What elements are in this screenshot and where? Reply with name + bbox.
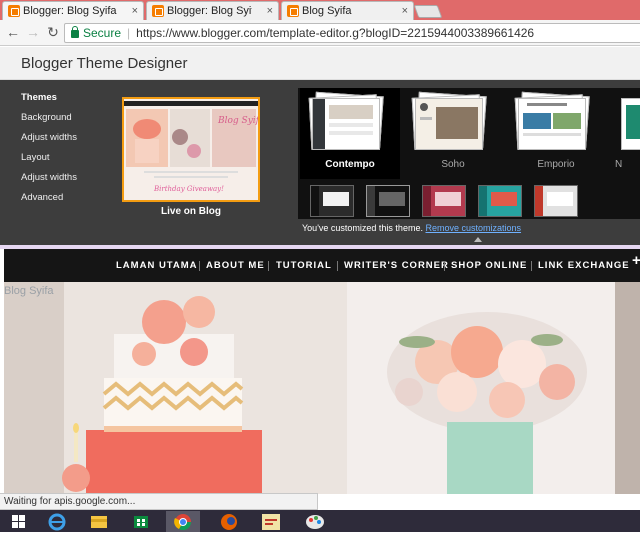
template-name: N [615,159,623,170]
new-tab-button[interactable] [413,5,443,18]
collapse-arrow-icon[interactable] [474,237,482,242]
theme-designer-panel: Themes Background Adjust widths Layout A… [0,80,640,245]
reload-icon[interactable]: ↻ [44,23,62,41]
template-emporio[interactable]: Emporio [506,88,606,179]
hero-image-edge [615,282,640,494]
live-blog-preview[interactable]: Blog Syifa Birthday Giveaway! [122,97,260,202]
template-variant[interactable] [478,185,522,217]
preview-blog-title: Blog Syifa [217,116,258,126]
url-text: https://www.blogger.com/template-editor.… [136,26,535,40]
close-icon[interactable]: × [402,2,408,20]
document-icon[interactable] [254,511,288,532]
status-bar: Waiting for apis.google.com... [0,493,318,510]
lock-icon [71,26,79,38]
nav-link-tutorial[interactable]: TUTORIAL [276,249,332,282]
browser-tab-strip: Blogger: Blog Syifa - Tem × Blogger: Blo… [0,0,640,20]
tab-title: Blogger: Blog Syifa - Edit [167,5,252,17]
nav-link-shop-online[interactable]: SHOP ONLINE [451,249,527,282]
template-variant[interactable] [310,185,354,217]
close-icon[interactable]: × [132,2,138,20]
page-title: Blogger Theme Designer [0,47,640,80]
nav-link-laman-utama[interactable]: LAMAN UTAMA [116,249,198,282]
hero-image-cake [4,282,347,494]
template-gallery: Contempo Soho Emporio N [298,88,640,219]
template-thumbnail [411,91,487,151]
preview-banner-text: Birthday Giveaway! [153,185,224,193]
nav-link-about-me[interactable]: ABOUT ME [206,249,265,282]
hero-image-flowers [347,282,615,494]
chrome-icon[interactable] [166,511,200,532]
firefox-icon[interactable] [212,511,246,532]
file-explorer-icon[interactable] [82,511,116,532]
customized-text: You've customized this theme. [302,223,423,233]
back-icon[interactable]: ← [4,23,22,41]
blog-preview: LAMAN UTAMA ABOUT ME TUTORIAL WRITER'S C… [0,249,640,494]
plus-icon[interactable]: + [632,252,640,269]
taskbar [0,510,640,532]
menu-item-advanced[interactable]: Advanced [21,192,63,203]
paint-icon[interactable] [298,511,332,532]
template-soho[interactable]: Soho [403,88,503,179]
template-name: Emporio [537,159,575,170]
template-thumbnail [617,96,640,151]
template-thumbnail [514,91,590,151]
start-icon[interactable] [2,511,36,532]
blog-name: Blog Syifa [4,285,54,297]
store-icon[interactable] [124,511,158,532]
template-variant[interactable] [534,185,578,217]
address-bar[interactable]: Secure | https://www.blogger.com/template-… [64,23,640,43]
blogger-icon [8,5,20,17]
browser-tab[interactable]: Blogger: Blog Syifa - Edit × [146,1,279,20]
customized-notice: You've customized this theme. Remove cus… [302,223,521,233]
template-contempo[interactable]: Contempo [300,88,400,179]
blog-nav-bar: LAMAN UTAMA ABOUT ME TUTORIAL WRITER'S C… [4,249,640,282]
menu-item-adjust-widths[interactable]: Adjust widths [21,132,77,143]
remove-customizations-link[interactable]: Remove customizations [425,223,521,233]
secure-label: Secure [83,26,122,40]
menu-item-layout[interactable]: Layout [21,152,50,163]
template-notable[interactable]: N [609,88,640,179]
forward-icon[interactable]: → [24,23,42,41]
browser-tab[interactable]: Blog Syifa × [281,1,414,20]
menu-item-themes[interactable]: Themes [21,92,57,103]
menu-item-background[interactable]: Background [21,112,72,123]
browser-toolbar: ← → ↻ Secure | https://www.blogger.com/tem… [0,20,640,46]
template-variant[interactable] [366,185,410,217]
template-thumbnail [308,91,384,151]
blogger-icon [287,5,299,17]
tab-title: Blog Syifa [302,5,352,17]
ie-icon[interactable] [40,511,74,532]
nav-link-writers-corner[interactable]: WRITER'S CORNER [344,249,449,282]
template-variant[interactable] [422,185,466,217]
close-icon[interactable]: × [267,2,273,20]
blog-preview-thumbnail: Blog Syifa Birthday Giveaway! [124,99,258,200]
menu-item-adjust-widths-2[interactable]: Adjust widths [21,172,77,183]
browser-tab[interactable]: Blogger: Blog Syifa - Tem × [2,1,144,20]
nav-link-link-exchange[interactable]: LINK EXCHANGE [538,249,630,282]
live-on-blog-label: Live on Blog [161,206,221,217]
tab-title: Blogger: Blog Syifa - Tem [23,5,117,17]
template-name: Soho [441,159,465,170]
blogger-icon [152,5,164,17]
template-name: Contempo [325,159,375,170]
